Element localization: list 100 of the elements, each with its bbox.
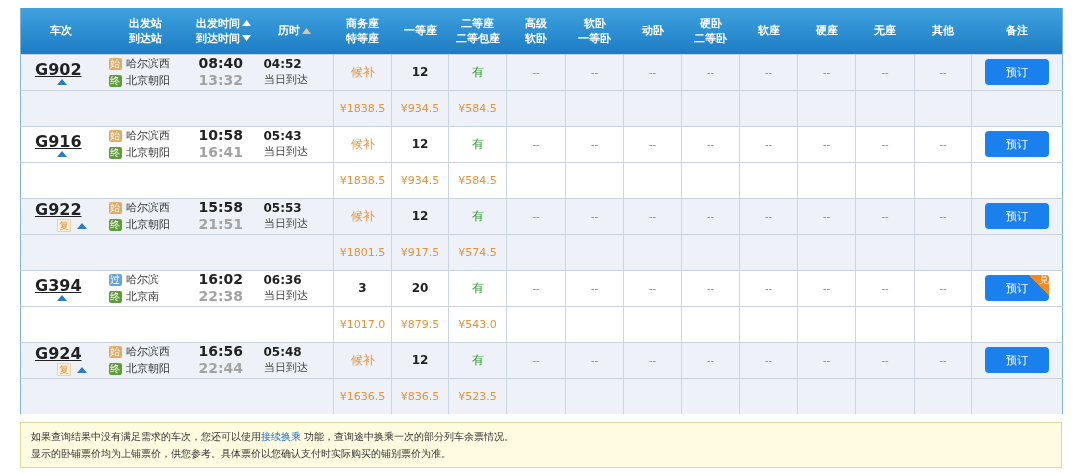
seat-availability: -- xyxy=(881,210,889,222)
column-header[interactable]: 一等卧 xyxy=(578,30,611,46)
seat-availability: 候补 xyxy=(350,64,375,79)
station-badge: 终 xyxy=(108,362,122,375)
column-header[interactable]: 车次 xyxy=(49,23,72,39)
depart-time: 10:58 xyxy=(198,127,245,144)
arrival-note: 当日到达 xyxy=(263,288,309,304)
depart-time: 15:58 xyxy=(198,199,245,216)
column-header[interactable]: 动卧 xyxy=(641,23,664,39)
seat-price: ¥1838.5 xyxy=(339,173,386,187)
expand-icon[interactable] xyxy=(57,78,67,85)
sort-up-icon[interactable] xyxy=(241,20,251,27)
column-header[interactable]: 到达站 xyxy=(129,30,162,46)
column-header[interactable]: 到达时间 xyxy=(195,30,240,46)
seat-availability: 候补 xyxy=(350,352,375,367)
column-header[interactable]: 硬座 xyxy=(815,23,838,39)
column-header[interactable]: 硬卧 xyxy=(699,15,722,31)
column-header[interactable]: 软座 xyxy=(757,23,780,39)
seat-availability: -- xyxy=(822,282,831,294)
duration: 06:36 xyxy=(263,272,303,288)
station-badge: 始 xyxy=(108,129,122,142)
seat-availability: -- xyxy=(706,282,715,294)
seat-price: ¥1017.0 xyxy=(339,317,386,331)
column-header[interactable]: 软卧 xyxy=(583,15,606,31)
column-header[interactable]: 高级 xyxy=(525,15,547,31)
seat-availability: 候补 xyxy=(350,208,375,223)
arrival-note: 当日到达 xyxy=(263,360,309,376)
seat-availability: 12 xyxy=(411,65,429,79)
station-badge: 终 xyxy=(108,290,122,303)
column-header[interactable]: 其他 xyxy=(932,23,954,39)
expand-icon[interactable] xyxy=(77,222,87,229)
seat-price: ¥574.5 xyxy=(458,245,497,259)
seat-availability: 有 xyxy=(471,280,484,295)
rebook-tag: 复 xyxy=(57,363,71,376)
seat-availability: -- xyxy=(532,138,540,150)
seat-availability: 有 xyxy=(471,208,484,223)
book-button[interactable]: 预订 xyxy=(985,347,1049,373)
train-number[interactable]: G922 xyxy=(35,200,82,219)
column-header[interactable]: 二等卧 xyxy=(694,30,727,46)
seat-availability: -- xyxy=(764,210,773,222)
seat-price: ¥1636.5 xyxy=(339,389,386,403)
seat-availability: 有 xyxy=(471,352,484,367)
train-number[interactable]: G394 xyxy=(35,275,82,295)
transfer-link[interactable]: 接续换乘 xyxy=(261,431,301,442)
station-badge: 终 xyxy=(108,218,122,231)
expand-icon[interactable] xyxy=(77,366,87,373)
seat-availability: -- xyxy=(590,282,599,294)
train-number[interactable]: G924 xyxy=(35,344,82,363)
seat-availability: -- xyxy=(939,138,947,150)
column-header[interactable]: 软卧 xyxy=(525,30,547,46)
seat-availability: -- xyxy=(881,138,889,150)
duration: 05:53 xyxy=(263,200,303,216)
seat-availability: -- xyxy=(881,354,889,366)
duration: 05:43 xyxy=(263,128,303,144)
station-name: 哈尔滨西 xyxy=(125,200,170,216)
column-header[interactable]: 特等座 xyxy=(346,30,379,46)
seat-availability: -- xyxy=(822,210,831,222)
seat-availability: 20 xyxy=(411,281,429,295)
arrival-note: 当日到达 xyxy=(263,216,309,232)
arrive-time: 22:44 xyxy=(198,360,245,377)
book-button[interactable]: 预订 xyxy=(985,131,1049,157)
column-header[interactable]: 二等包座 xyxy=(455,30,500,46)
train-number[interactable]: G902 xyxy=(35,59,82,79)
seat-availability: -- xyxy=(881,66,889,78)
seat-availability: 3 xyxy=(358,281,367,295)
station-badge: 终 xyxy=(108,146,122,159)
seat-availability: -- xyxy=(590,66,599,78)
seat-availability: -- xyxy=(706,354,715,366)
book-button[interactable]: 预订 兑 xyxy=(985,275,1049,301)
train-number[interactable]: G916 xyxy=(35,131,82,151)
column-header[interactable]: 出发站 xyxy=(129,15,162,31)
sort-up-icon[interactable] xyxy=(302,27,311,34)
arrive-time: 13:32 xyxy=(198,72,245,89)
seat-availability: -- xyxy=(939,282,947,294)
column-header[interactable]: 备注 xyxy=(1005,23,1028,39)
depart-time: 08:40 xyxy=(198,55,245,72)
arrive-time: 22:38 xyxy=(198,288,245,305)
sort-down-icon[interactable] xyxy=(241,35,251,42)
column-header[interactable]: 出发时间 xyxy=(195,15,240,31)
seat-price: ¥934.5 xyxy=(400,101,440,115)
station-name: 北京南 xyxy=(125,289,159,305)
seat-price: ¥543.0 xyxy=(458,317,497,331)
expand-icon[interactable] xyxy=(57,150,67,157)
expand-icon[interactable] xyxy=(57,294,67,301)
duration: 05:48 xyxy=(263,344,303,360)
station-badge: 始 xyxy=(108,57,122,70)
column-header[interactable]: 无座 xyxy=(874,23,896,39)
seat-availability: -- xyxy=(764,354,773,366)
column-header[interactable]: 二等座 xyxy=(461,15,494,31)
seat-availability: -- xyxy=(822,66,831,78)
book-button[interactable]: 预订 xyxy=(985,59,1049,85)
seat-availability: 12 xyxy=(411,137,429,151)
seat-price: ¥934.5 xyxy=(400,173,440,187)
column-header[interactable]: 历时 xyxy=(278,23,300,39)
book-button[interactable]: 预订 xyxy=(985,203,1049,229)
seat-availability: 候补 xyxy=(350,136,375,151)
column-header[interactable]: 一等座 xyxy=(403,23,437,39)
seat-availability: -- xyxy=(939,66,947,78)
seat-availability: -- xyxy=(648,66,657,78)
column-header[interactable]: 商务座 xyxy=(346,15,379,31)
